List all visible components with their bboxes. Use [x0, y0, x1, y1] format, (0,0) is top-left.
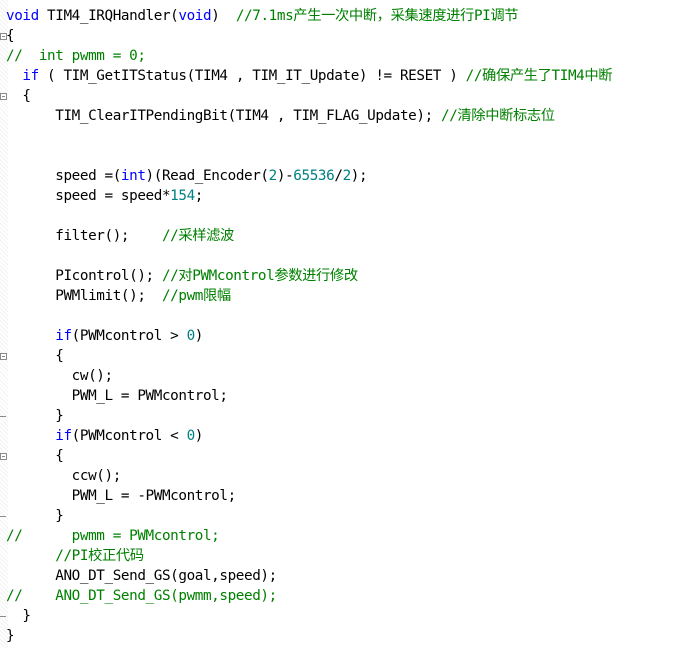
- comment-token: //pwm限幅: [161, 288, 231, 304]
- keyword-token: if: [22, 68, 39, 84]
- code-token: PWM_L = PWMcontrol;: [6, 388, 228, 404]
- code-token: }: [6, 608, 31, 624]
- code-text: PIcontrol(); //对PWMcontrol参数进行修改: [6, 266, 358, 286]
- code-token: }: [6, 408, 64, 424]
- code-token: {: [6, 448, 64, 464]
- comment-token: //PI校正代码: [55, 548, 144, 564]
- code-token: /: [334, 168, 343, 184]
- code-text: cw();: [6, 366, 113, 386]
- code-text: ccw();: [6, 466, 122, 486]
- number-token: 154: [170, 188, 195, 204]
- code-token: ANO_DT_Send_GS(goal,speed);: [6, 568, 277, 584]
- keyword-token: if: [55, 428, 72, 444]
- code-token: (PWMcontrol <: [71, 428, 187, 444]
- code-token: ( TIM_GetITStatus(TIM4 , TIM_IT_Update) …: [38, 68, 466, 84]
- code-text: {: [6, 446, 64, 466]
- code-token: (PWMcontrol >: [71, 328, 187, 344]
- code-editor[interactable]: void TIM4_IRQHandler(void) //7.1ms产生一次中断…: [0, 0, 694, 648]
- code-token: PWMlimit();: [6, 288, 162, 304]
- code-token: ): [194, 428, 204, 444]
- code-text: {: [6, 26, 15, 46]
- code-token: cw();: [6, 368, 113, 384]
- code-text: {: [6, 86, 31, 106]
- code-token: ): [211, 8, 236, 24]
- code-text: // int pwmm = 0;: [6, 46, 146, 66]
- code-text: PWMlimit(); //pwm限幅: [6, 286, 231, 306]
- code-token: speed =(: [6, 168, 121, 184]
- comment-token: //确保产生了TIM4中断: [465, 68, 613, 84]
- comment-token: // pwmm = PWMcontrol;: [6, 528, 220, 544]
- code-text: //PI校正代码: [6, 546, 144, 566]
- code-token: }: [6, 628, 15, 644]
- code-token: TIM4_IRQHandler(: [38, 8, 179, 24]
- code-text: if ( TIM_GetITStatus(TIM4 , TIM_IT_Updat…: [6, 66, 612, 86]
- code-token: PWM_L = -PWMcontrol;: [6, 488, 237, 504]
- code-token: {: [6, 28, 15, 44]
- code-text: filter(); //采样滤波: [6, 226, 234, 246]
- code-token: filter();: [6, 228, 162, 244]
- code-token: )(Read_Encoder(: [145, 168, 270, 184]
- code-text: // pwmm = PWMcontrol;: [6, 526, 220, 546]
- code-text: {: [6, 346, 64, 366]
- number-token: 65536: [293, 168, 335, 184]
- code-text: TIM_ClearITPendingBit(TIM4 , TIM_FLAG_Up…: [6, 106, 555, 126]
- code-token: {: [6, 348, 64, 364]
- comment-token: //采样滤波: [161, 228, 234, 244]
- code-text: if(PWMcontrol < 0): [6, 426, 203, 446]
- code-text: speed = speed*154;: [6, 186, 203, 206]
- code-text: }: [6, 626, 15, 646]
- code-text: PWM_L = -PWMcontrol;: [6, 486, 237, 506]
- keyword-token: void: [6, 8, 39, 24]
- code-text: speed =(int)(Read_Encoder(2)-65536/2);: [6, 166, 367, 186]
- code-token: ccw();: [6, 468, 122, 484]
- code-token: speed = speed*: [6, 188, 171, 204]
- code-token: TIM_ClearITPendingBit(TIM4 , TIM_FLAG_Up…: [6, 108, 441, 124]
- number-token: 2: [268, 168, 278, 184]
- comment-token: // int pwmm = 0;: [6, 48, 146, 64]
- code-token: )-: [276, 168, 294, 184]
- code-token: PIcontrol();: [6, 268, 162, 284]
- keyword-token: int: [120, 168, 146, 184]
- code-token: ;: [194, 188, 204, 204]
- comment-token: //对PWMcontrol参数进行修改: [161, 268, 358, 284]
- code-token: }: [6, 508, 64, 524]
- code-text: ANO_DT_Send_GS(goal,speed);: [6, 566, 277, 586]
- comment-token: //清除中断标志位: [441, 108, 555, 124]
- keyword-token: void: [178, 8, 212, 24]
- code-token: ): [194, 328, 204, 344]
- comment-token: // ANO_DT_Send_GS(pwmm,speed);: [6, 588, 277, 604]
- code-text: }: [6, 406, 64, 426]
- code-text: // ANO_DT_Send_GS(pwmm,speed);: [6, 586, 277, 606]
- code-text: if(PWMcontrol > 0): [6, 326, 203, 346]
- code-text: PWM_L = PWMcontrol;: [6, 386, 228, 406]
- keyword-token: if: [55, 328, 72, 344]
- code-text: void TIM4_IRQHandler(void) //7.1ms产生一次中断…: [6, 6, 519, 26]
- code-text: }: [6, 506, 64, 526]
- comment-token: //7.1ms产生一次中断，采集速度进行PI调节: [235, 8, 519, 24]
- code-token: {: [6, 88, 31, 104]
- number-token: 0: [186, 328, 196, 344]
- code-text: }: [6, 606, 31, 626]
- number-token: 2: [342, 168, 352, 184]
- code-token: );: [350, 168, 368, 184]
- number-token: 0: [186, 428, 196, 444]
